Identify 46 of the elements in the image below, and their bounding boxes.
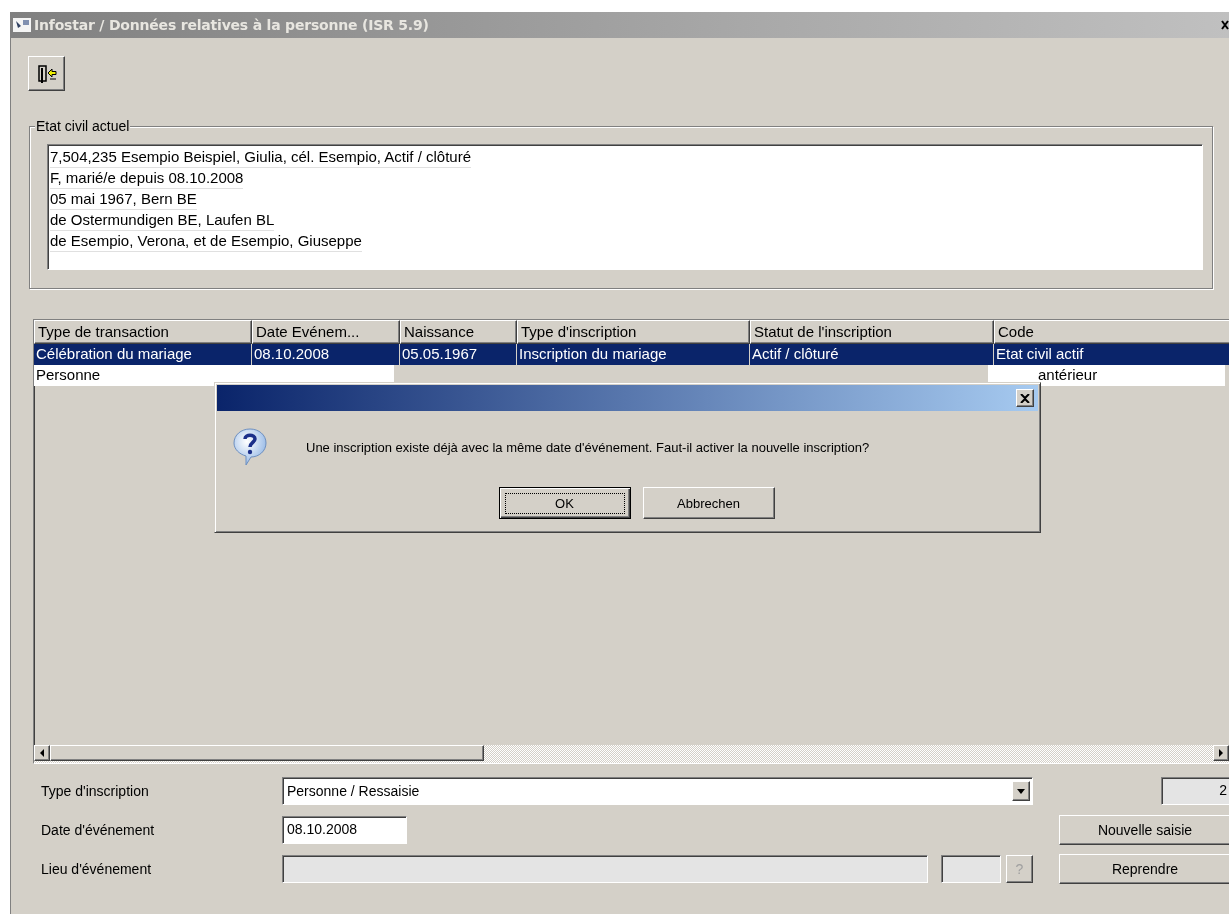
resume-button[interactable]: Reprendre	[1059, 854, 1229, 884]
dialog-button[interactable]: OK	[498, 487, 631, 519]
table-row[interactable]: Célébration du mariage 08.10.2008 05.05.1967 Inscription du mariage Actif / clôturé Etat civil actif	[34, 344, 1229, 365]
dropdown-field[interactable]: Personne / Ressaisie	[282, 777, 1033, 805]
left-arrow-icon	[39, 749, 45, 757]
count-field: 2	[1161, 777, 1229, 805]
scrollbar-thumb[interactable]	[50, 745, 484, 761]
scroll-right-button[interactable]	[1213, 745, 1229, 761]
table-cell: Inscription du mariage	[517, 344, 750, 365]
field-label: Type d'inscription	[41, 783, 150, 799]
table-cell: Personne	[34, 365, 214, 386]
field-label: Date d'événement	[41, 822, 156, 838]
status-line: de Esempio, Verona, et de Esempio, Giuseppe	[50, 231, 362, 252]
question-icon	[232, 427, 268, 467]
table-cell: Actif / clôturé	[750, 344, 994, 365]
table-cell: 05.05.1967	[400, 344, 517, 365]
table-cell: Célébration du mariage	[34, 344, 252, 365]
group-title: Etat civil actuel	[35, 119, 131, 134]
dialog-message: Une inscription existe déjà avec la même date d'événement. Faut-il activer la nouvelle inscription?	[306, 439, 870, 455]
table-cell: Etat civil actif	[994, 344, 1229, 365]
table-cell: antérieur	[988, 365, 1225, 386]
table-cell: 08.10.2008	[252, 344, 400, 365]
column-header[interactable]: Statut de l'inscription	[750, 320, 994, 344]
column-header[interactable]: Naissance	[400, 320, 517, 344]
column-header[interactable]: Type d'inscription	[517, 320, 750, 344]
status-line: 05 mai 1967, Bern BE	[50, 189, 197, 210]
column-header[interactable]: Type de transaction	[34, 320, 252, 344]
caret-icon	[1017, 788, 1025, 794]
column-header[interactable]: Date Evénem...	[252, 320, 400, 344]
exit-button[interactable]	[28, 56, 65, 91]
right-arrow-icon	[1218, 749, 1224, 757]
status-line: de Ostermundigen BE, Laufen BL	[50, 210, 275, 231]
close-icon	[1020, 393, 1030, 403]
column-header[interactable]: Code	[994, 320, 1229, 344]
field-label: Lieu d'événement	[41, 861, 153, 877]
door-arrow-icon	[35, 63, 58, 84]
close-icon[interactable]	[1221, 20, 1229, 30]
app-icon	[13, 17, 31, 33]
close-button[interactable]	[1016, 389, 1034, 407]
status-line: 7,504,235 Esempio Beispiel, Giulia, cél. Esempio, Actif / clôturé	[50, 147, 472, 168]
scroll-left-button[interactable]	[34, 745, 50, 761]
window-title: Infostar / Données relatives à la personne (ISR 5.9)	[34, 17, 429, 33]
status-line: F, marié/e depuis 08.10.2008	[50, 168, 244, 189]
date-field[interactable]: 08.10.2008	[282, 816, 407, 844]
dialog-button[interactable]: Abbrechen	[642, 487, 775, 519]
new-entry-button[interactable]: Nouvelle saisie	[1059, 815, 1229, 845]
